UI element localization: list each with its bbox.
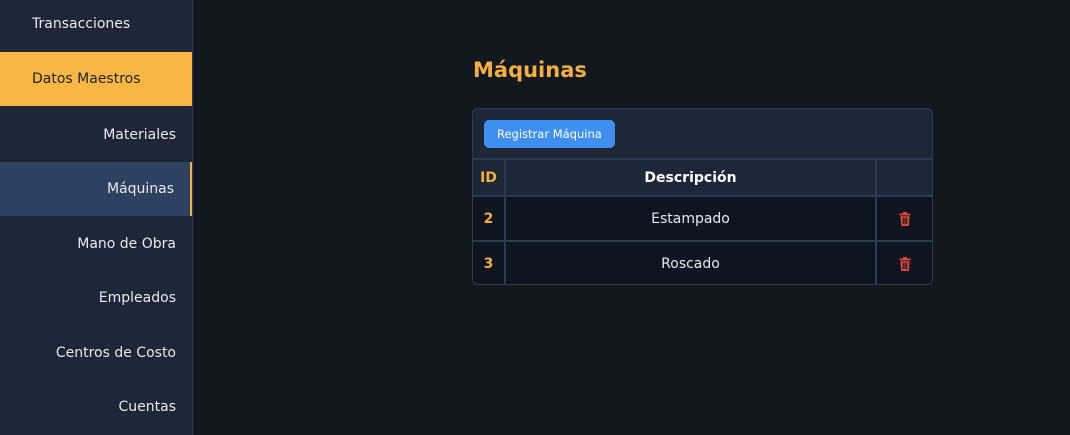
sidebar-item-transacciones[interactable]: Transacciones bbox=[0, 0, 192, 51]
sidebar-item-label: Materiales bbox=[103, 127, 176, 143]
column-header-actions bbox=[875, 158, 932, 197]
table-row: 2 Estampado bbox=[473, 195, 932, 242]
sidebar-item-cuentas[interactable]: Cuentas bbox=[0, 380, 192, 434]
row-id-cell: 3 bbox=[473, 240, 506, 284]
trash-icon[interactable] bbox=[899, 211, 911, 226]
sidebar-item-label: Centros de Costo bbox=[55, 345, 176, 361]
app-root: Transacciones Datos Maestros Materiales … bbox=[0, 0, 1070, 435]
table-header-row: ID Descripción bbox=[473, 158, 932, 197]
row-id-cell: 2 bbox=[473, 195, 506, 242]
sidebar-item-label: Máquinas bbox=[106, 181, 174, 197]
page-title: Máquinas bbox=[473, 58, 587, 82]
sidebar-item-empleados[interactable]: Empleados bbox=[0, 271, 192, 325]
sidebar-item-label: Datos Maestros bbox=[32, 71, 141, 87]
row-actions-cell bbox=[875, 195, 932, 242]
table-row: 3 Roscado bbox=[473, 240, 932, 284]
column-header-descripcion: Descripción bbox=[504, 158, 877, 197]
sidebar-item-label: Cuentas bbox=[118, 399, 177, 415]
machines-table: ID Descripción 2 Estampado 3 Roscado bbox=[473, 158, 932, 284]
sidebar-item-materiales[interactable]: Materiales bbox=[0, 108, 192, 162]
sidebar-item-label: Empleados bbox=[98, 290, 176, 306]
sidebar: Transacciones Datos Maestros Materiales … bbox=[0, 0, 193, 435]
row-actions-cell bbox=[875, 240, 932, 284]
sidebar-item-datos-maestros[interactable]: Datos Maestros bbox=[0, 52, 192, 106]
card-toolbar: Registrar Máquina bbox=[473, 109, 932, 158]
register-machine-button[interactable]: Registrar Máquina bbox=[484, 120, 615, 148]
row-description-cell: Roscado bbox=[504, 240, 877, 284]
sidebar-item-label: Mano de Obra bbox=[77, 236, 176, 252]
trash-icon[interactable] bbox=[899, 256, 911, 271]
row-description-cell: Estampado bbox=[504, 195, 877, 242]
sidebar-item-centros-de-costo[interactable]: Centros de Costo bbox=[0, 326, 192, 380]
sidebar-item-label: Transacciones bbox=[32, 16, 131, 32]
sidebar-item-maquinas[interactable]: Máquinas bbox=[0, 162, 192, 216]
column-header-id: ID bbox=[473, 158, 506, 197]
sidebar-item-mano-de-obra[interactable]: Mano de Obra bbox=[0, 217, 192, 271]
machines-card: Registrar Máquina ID Descripción 2 Estam… bbox=[472, 108, 933, 285]
